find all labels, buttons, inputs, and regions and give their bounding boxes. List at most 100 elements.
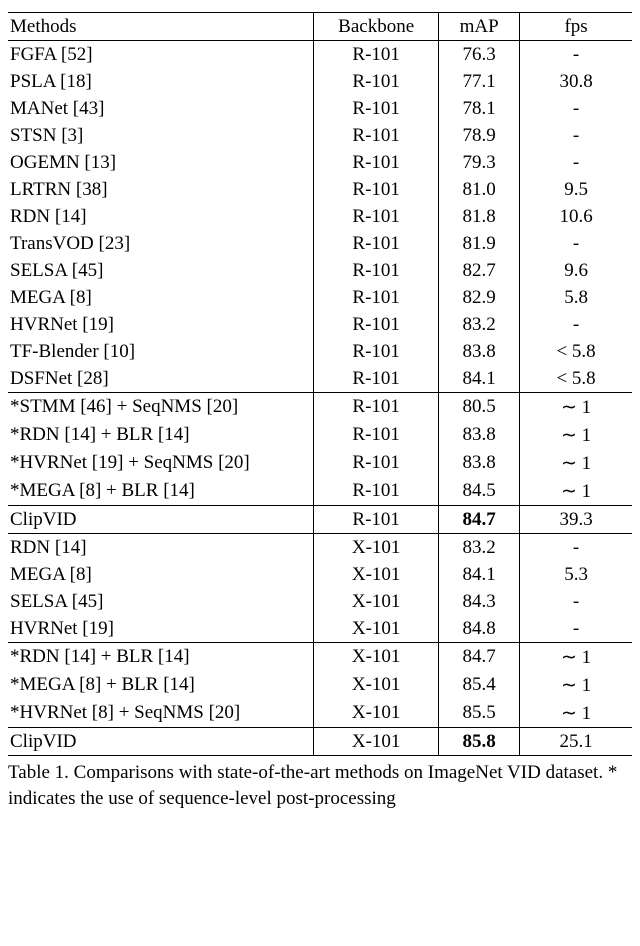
- cell-map: 84.3: [439, 588, 520, 615]
- table-body: FGFA [52]R-10176.3-PSLA [18]R-10177.130.…: [8, 41, 632, 756]
- cell-method: OGEMN [13]: [8, 149, 314, 176]
- cell-fps: -: [520, 95, 632, 122]
- table-row: MEGA [8]X-10184.15.3: [8, 561, 632, 588]
- cell-fps: -: [520, 149, 632, 176]
- table-row: TF-Blender [10]R-10183.8< 5.8: [8, 338, 632, 365]
- cell-backbone: R-101: [314, 203, 439, 230]
- cell-method: *HVRNet [8] + SeqNMS [20]: [8, 699, 314, 728]
- cell-map: 78.9: [439, 122, 520, 149]
- cell-map: 84.7: [439, 643, 520, 672]
- cell-fps: -: [520, 588, 632, 615]
- cell-method: RDN [14]: [8, 203, 314, 230]
- cell-backbone: X-101: [314, 728, 439, 756]
- cell-backbone: X-101: [314, 615, 439, 643]
- cell-method: MANet [43]: [8, 95, 314, 122]
- table-row: MEGA [8]R-10182.95.8: [8, 284, 632, 311]
- cell-method: ClipVID: [8, 728, 314, 756]
- cell-backbone: R-101: [314, 176, 439, 203]
- cell-map: 80.5: [439, 393, 520, 422]
- cell-map: 83.8: [439, 449, 520, 477]
- cell-fps: ∼ 1: [520, 477, 632, 506]
- table-row: ClipVIDR-10184.739.3: [8, 506, 632, 534]
- cell-fps: 9.6: [520, 257, 632, 284]
- cell-method: STSN [3]: [8, 122, 314, 149]
- cell-backbone: R-101: [314, 311, 439, 338]
- cell-backbone: R-101: [314, 449, 439, 477]
- cell-map: 85.4: [439, 671, 520, 699]
- table-row: TransVOD [23]R-10181.9-: [8, 230, 632, 257]
- cell-backbone: R-101: [314, 421, 439, 449]
- cell-fps: ∼ 1: [520, 643, 632, 672]
- cell-method: MEGA [8]: [8, 561, 314, 588]
- header-backbone: Backbone: [314, 13, 439, 41]
- table-row: *RDN [14] + BLR [14]X-10184.7∼ 1: [8, 643, 632, 672]
- cell-method: *RDN [14] + BLR [14]: [8, 421, 314, 449]
- cell-map: 81.9: [439, 230, 520, 257]
- table-row: MANet [43]R-10178.1-: [8, 95, 632, 122]
- table-row: *MEGA [8] + BLR [14]R-10184.5∼ 1: [8, 477, 632, 506]
- cell-backbone: R-101: [314, 365, 439, 393]
- cell-backbone: R-101: [314, 68, 439, 95]
- table-row: SELSA [45]R-10182.79.6: [8, 257, 632, 284]
- table-row: *STMM [46] + SeqNMS [20]R-10180.5∼ 1: [8, 393, 632, 422]
- cell-method: *STMM [46] + SeqNMS [20]: [8, 393, 314, 422]
- table-row: FGFA [52]R-10176.3-: [8, 41, 632, 69]
- cell-backbone: R-101: [314, 506, 439, 534]
- cell-backbone: R-101: [314, 393, 439, 422]
- cell-map: 85.5: [439, 699, 520, 728]
- table-row: *MEGA [8] + BLR [14]X-10185.4∼ 1: [8, 671, 632, 699]
- cell-map: 84.5: [439, 477, 520, 506]
- cell-fps: -: [520, 534, 632, 562]
- cell-map: 76.3: [439, 41, 520, 69]
- cell-method: HVRNet [19]: [8, 311, 314, 338]
- table-row: HVRNet [19]X-10184.8-: [8, 615, 632, 643]
- cell-method: SELSA [45]: [8, 257, 314, 284]
- table-row: OGEMN [13]R-10179.3-: [8, 149, 632, 176]
- header-method: Methods: [8, 13, 314, 41]
- cell-method: LRTRN [38]: [8, 176, 314, 203]
- cell-map: 81.0: [439, 176, 520, 203]
- cell-backbone: X-101: [314, 643, 439, 672]
- cell-fps: -: [520, 311, 632, 338]
- cell-map: 82.7: [439, 257, 520, 284]
- cell-map: 85.8: [439, 728, 520, 756]
- cell-method: *RDN [14] + BLR [14]: [8, 643, 314, 672]
- table-row: ClipVIDX-10185.825.1: [8, 728, 632, 756]
- table-row: SELSA [45]X-10184.3-: [8, 588, 632, 615]
- cell-fps: 39.3: [520, 506, 632, 534]
- cell-fps: 25.1: [520, 728, 632, 756]
- cell-fps: -: [520, 122, 632, 149]
- header-fps: fps: [520, 13, 632, 41]
- cell-method: DSFNet [28]: [8, 365, 314, 393]
- cell-method: TransVOD [23]: [8, 230, 314, 257]
- cell-backbone: R-101: [314, 477, 439, 506]
- table-header-row: Methods Backbone mAP fps: [8, 13, 632, 41]
- cell-map: 83.8: [439, 338, 520, 365]
- cell-fps: 10.6: [520, 203, 632, 230]
- cell-fps: -: [520, 230, 632, 257]
- table-row: STSN [3]R-10178.9-: [8, 122, 632, 149]
- cell-fps: < 5.8: [520, 365, 632, 393]
- cell-map: 84.7: [439, 506, 520, 534]
- cell-map: 83.2: [439, 311, 520, 338]
- cell-map: 79.3: [439, 149, 520, 176]
- cell-fps: -: [520, 615, 632, 643]
- cell-backbone: R-101: [314, 41, 439, 69]
- cell-backbone: X-101: [314, 699, 439, 728]
- cell-map: 84.1: [439, 561, 520, 588]
- cell-fps: ∼ 1: [520, 699, 632, 728]
- cell-method: *MEGA [8] + BLR [14]: [8, 671, 314, 699]
- cell-backbone: R-101: [314, 122, 439, 149]
- cell-backbone: X-101: [314, 534, 439, 562]
- results-table: Methods Backbone mAP fps FGFA [52]R-1017…: [8, 12, 632, 756]
- cell-map: 82.9: [439, 284, 520, 311]
- table-row: LRTRN [38]R-10181.09.5: [8, 176, 632, 203]
- cell-fps: -: [520, 41, 632, 69]
- cell-method: *HVRNet [19] + SeqNMS [20]: [8, 449, 314, 477]
- table-row: DSFNet [28]R-10184.1< 5.8: [8, 365, 632, 393]
- cell-backbone: R-101: [314, 338, 439, 365]
- cell-method: TF-Blender [10]: [8, 338, 314, 365]
- cell-method: RDN [14]: [8, 534, 314, 562]
- cell-backbone: X-101: [314, 561, 439, 588]
- cell-map: 84.8: [439, 615, 520, 643]
